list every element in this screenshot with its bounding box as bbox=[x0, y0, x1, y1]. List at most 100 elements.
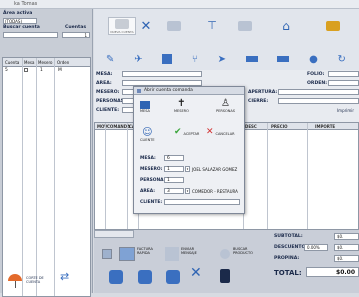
drop-icon[interactable]: ● bbox=[309, 54, 318, 65]
dialog-cliente-input[interactable] bbox=[164, 199, 240, 205]
area-select[interactable]: (TODAS) bbox=[3, 18, 37, 24]
bar-icon[interactable] bbox=[245, 56, 258, 62]
accounts-panel: Área activa (TODAS) Buscar cuenta Cuenta… bbox=[0, 9, 93, 297]
col-cuenta: Cuenta bbox=[5, 60, 20, 65]
dialog-area-input[interactable]: 3 bbox=[164, 188, 184, 194]
bottom-thumb-icon[interactable] bbox=[102, 249, 112, 259]
cancelar-dialog-button-label: CANCELAR bbox=[215, 132, 235, 136]
person-icon: ♙ bbox=[221, 98, 230, 109]
title-bar: ka Tomas bbox=[0, 0, 359, 9]
new-account-icon bbox=[115, 18, 129, 29]
cliente-button[interactable]: ☺ CLIENTE bbox=[140, 127, 155, 143]
fish-icon[interactable]: ➤ bbox=[218, 54, 226, 65]
search-product-icon[interactable] bbox=[220, 249, 230, 259]
descuento-percent[interactable]: 0.00% bbox=[304, 244, 328, 251]
dialog-mesa-input[interactable]: 6 bbox=[164, 155, 184, 161]
fork-icon[interactable]: ⑂ bbox=[192, 54, 198, 65]
mesero-dropdown-icon[interactable]: ▾ bbox=[185, 166, 190, 172]
mesa-label: MESA: bbox=[96, 72, 113, 77]
message-icon[interactable] bbox=[165, 247, 179, 261]
col-mesa: Mesa bbox=[24, 60, 35, 65]
dialog-title-bar: Abrir cuenta comanda bbox=[134, 87, 244, 95]
quick-invoice-button[interactable]: FACTURA RAPIDA bbox=[137, 247, 153, 255]
change-button[interactable] bbox=[231, 17, 259, 35]
personas-button-label: PERSONAS bbox=[216, 109, 235, 113]
total-label: TOTAL: bbox=[274, 269, 302, 277]
dialog-mesero-input[interactable]: 1 bbox=[164, 166, 184, 172]
umbrella-icon[interactable] bbox=[8, 274, 22, 288]
dialog-area-label: AREA: bbox=[140, 189, 156, 194]
table-icon bbox=[140, 101, 150, 109]
open-icon: ⌂ bbox=[282, 19, 290, 33]
open-button[interactable]: ⌂ bbox=[272, 17, 300, 35]
row-orden: M bbox=[58, 68, 62, 73]
grid-icon[interactable] bbox=[162, 54, 173, 64]
cancelar-dialog-button[interactable]: ✕ CANCELAR bbox=[206, 128, 235, 137]
folio-field bbox=[328, 71, 359, 77]
window-title: ka Tomas bbox=[14, 1, 38, 7]
client-icon: ☺ bbox=[142, 127, 153, 138]
apertura-field bbox=[278, 89, 359, 95]
mesa-button[interactable]: MESA bbox=[140, 101, 150, 113]
search-product-button[interactable]: BUSCAR PRODUCTO bbox=[233, 247, 253, 255]
dialog-app-icon bbox=[137, 89, 141, 93]
dialog-mesero-label: MESERO: bbox=[140, 167, 163, 172]
personas-button[interactable]: ♙ PERSONAS bbox=[216, 98, 235, 114]
col-desc: DESC bbox=[245, 124, 257, 129]
join-button[interactable]: ⊤ bbox=[198, 17, 226, 35]
dialog-mesa-label: MESA: bbox=[140, 156, 156, 161]
corte-cuenta-button[interactable]: CORTE DE CUENTA bbox=[26, 276, 54, 284]
sub-icon[interactable] bbox=[277, 56, 290, 62]
cliente-button-label: CLIENTE bbox=[140, 138, 155, 142]
area-info-label: AREA: bbox=[96, 81, 112, 86]
propina-value: $0. bbox=[334, 255, 359, 262]
row-mesero: 1 bbox=[40, 68, 43, 73]
search-label: Buscar cuenta bbox=[3, 25, 40, 30]
mesa-field bbox=[122, 71, 202, 77]
orden-label: ORDEN: bbox=[307, 81, 328, 86]
row-checkbox[interactable] bbox=[24, 68, 28, 72]
lock-icon[interactable] bbox=[220, 269, 230, 283]
descuento-value: $0. bbox=[334, 244, 359, 251]
pencil-icon[interactable]: ✎ bbox=[106, 54, 114, 65]
cancel-toolbar-button[interactable]: ✕ bbox=[132, 17, 160, 35]
dialog-area-name: COMEDOR - RESTAURA bbox=[192, 189, 238, 194]
aceptar-button[interactable]: ✔ ACEPTAR bbox=[174, 128, 199, 137]
tables-button[interactable] bbox=[160, 17, 188, 35]
dialog-cliente-label: CLIENTE: bbox=[140, 200, 163, 205]
mesa-button-label: MESA bbox=[140, 109, 150, 113]
charge-button[interactable] bbox=[319, 17, 347, 35]
search-input[interactable] bbox=[3, 32, 58, 38]
change-icon bbox=[238, 21, 252, 31]
accounts-list-header: Cuenta Mesa Mesero Orden bbox=[3, 58, 90, 67]
cuentas-count: 1 bbox=[62, 32, 90, 38]
send-message-button[interactable]: ENVIAR MENSAJE bbox=[181, 247, 199, 255]
users-icon[interactable] bbox=[109, 270, 123, 284]
cuentas-label: Cuentas bbox=[65, 25, 87, 30]
area-dropdown-icon[interactable]: ▾ bbox=[185, 188, 190, 194]
cancel-icon: ✕ bbox=[140, 18, 152, 34]
cancel-bottom-icon[interactable]: ✕ bbox=[190, 266, 202, 280]
check-icon: ✔ bbox=[174, 127, 182, 137]
subtotal-label: SUBTOTAL: bbox=[274, 234, 303, 239]
scale-icon[interactable] bbox=[138, 270, 152, 284]
mesero-button-label: MESERO bbox=[174, 109, 189, 113]
list-item[interactable]: 5 1 M bbox=[3, 67, 90, 74]
join-icon: ⊤ bbox=[207, 19, 217, 32]
invoice-icon[interactable] bbox=[119, 247, 135, 261]
orden-field bbox=[328, 80, 359, 86]
refresh-icon[interactable]: ↻ bbox=[338, 54, 346, 65]
new-account-label: NUEVA CUENTA bbox=[110, 29, 134, 34]
mesero-button[interactable]: ✝ MESERO bbox=[174, 99, 189, 114]
bird-icon[interactable]: ✈ bbox=[134, 54, 142, 65]
bottom-tab[interactable] bbox=[94, 230, 134, 238]
open-account-dialog: Abrir cuenta comanda MESA ✝ MESERO ♙ PER… bbox=[133, 86, 245, 214]
crane-icon[interactable] bbox=[166, 270, 180, 284]
dialog-personas-input[interactable]: 1 bbox=[164, 177, 184, 183]
propina-label: PROPINA: bbox=[274, 256, 300, 261]
subtotal-value: $0. bbox=[334, 233, 359, 240]
row-cuenta: 5 bbox=[5, 68, 8, 73]
swap-icon[interactable]: ⇄ bbox=[60, 270, 69, 283]
cierre-label: CIERRE: bbox=[248, 99, 269, 104]
print-link[interactable]: Imprimir bbox=[337, 108, 354, 113]
